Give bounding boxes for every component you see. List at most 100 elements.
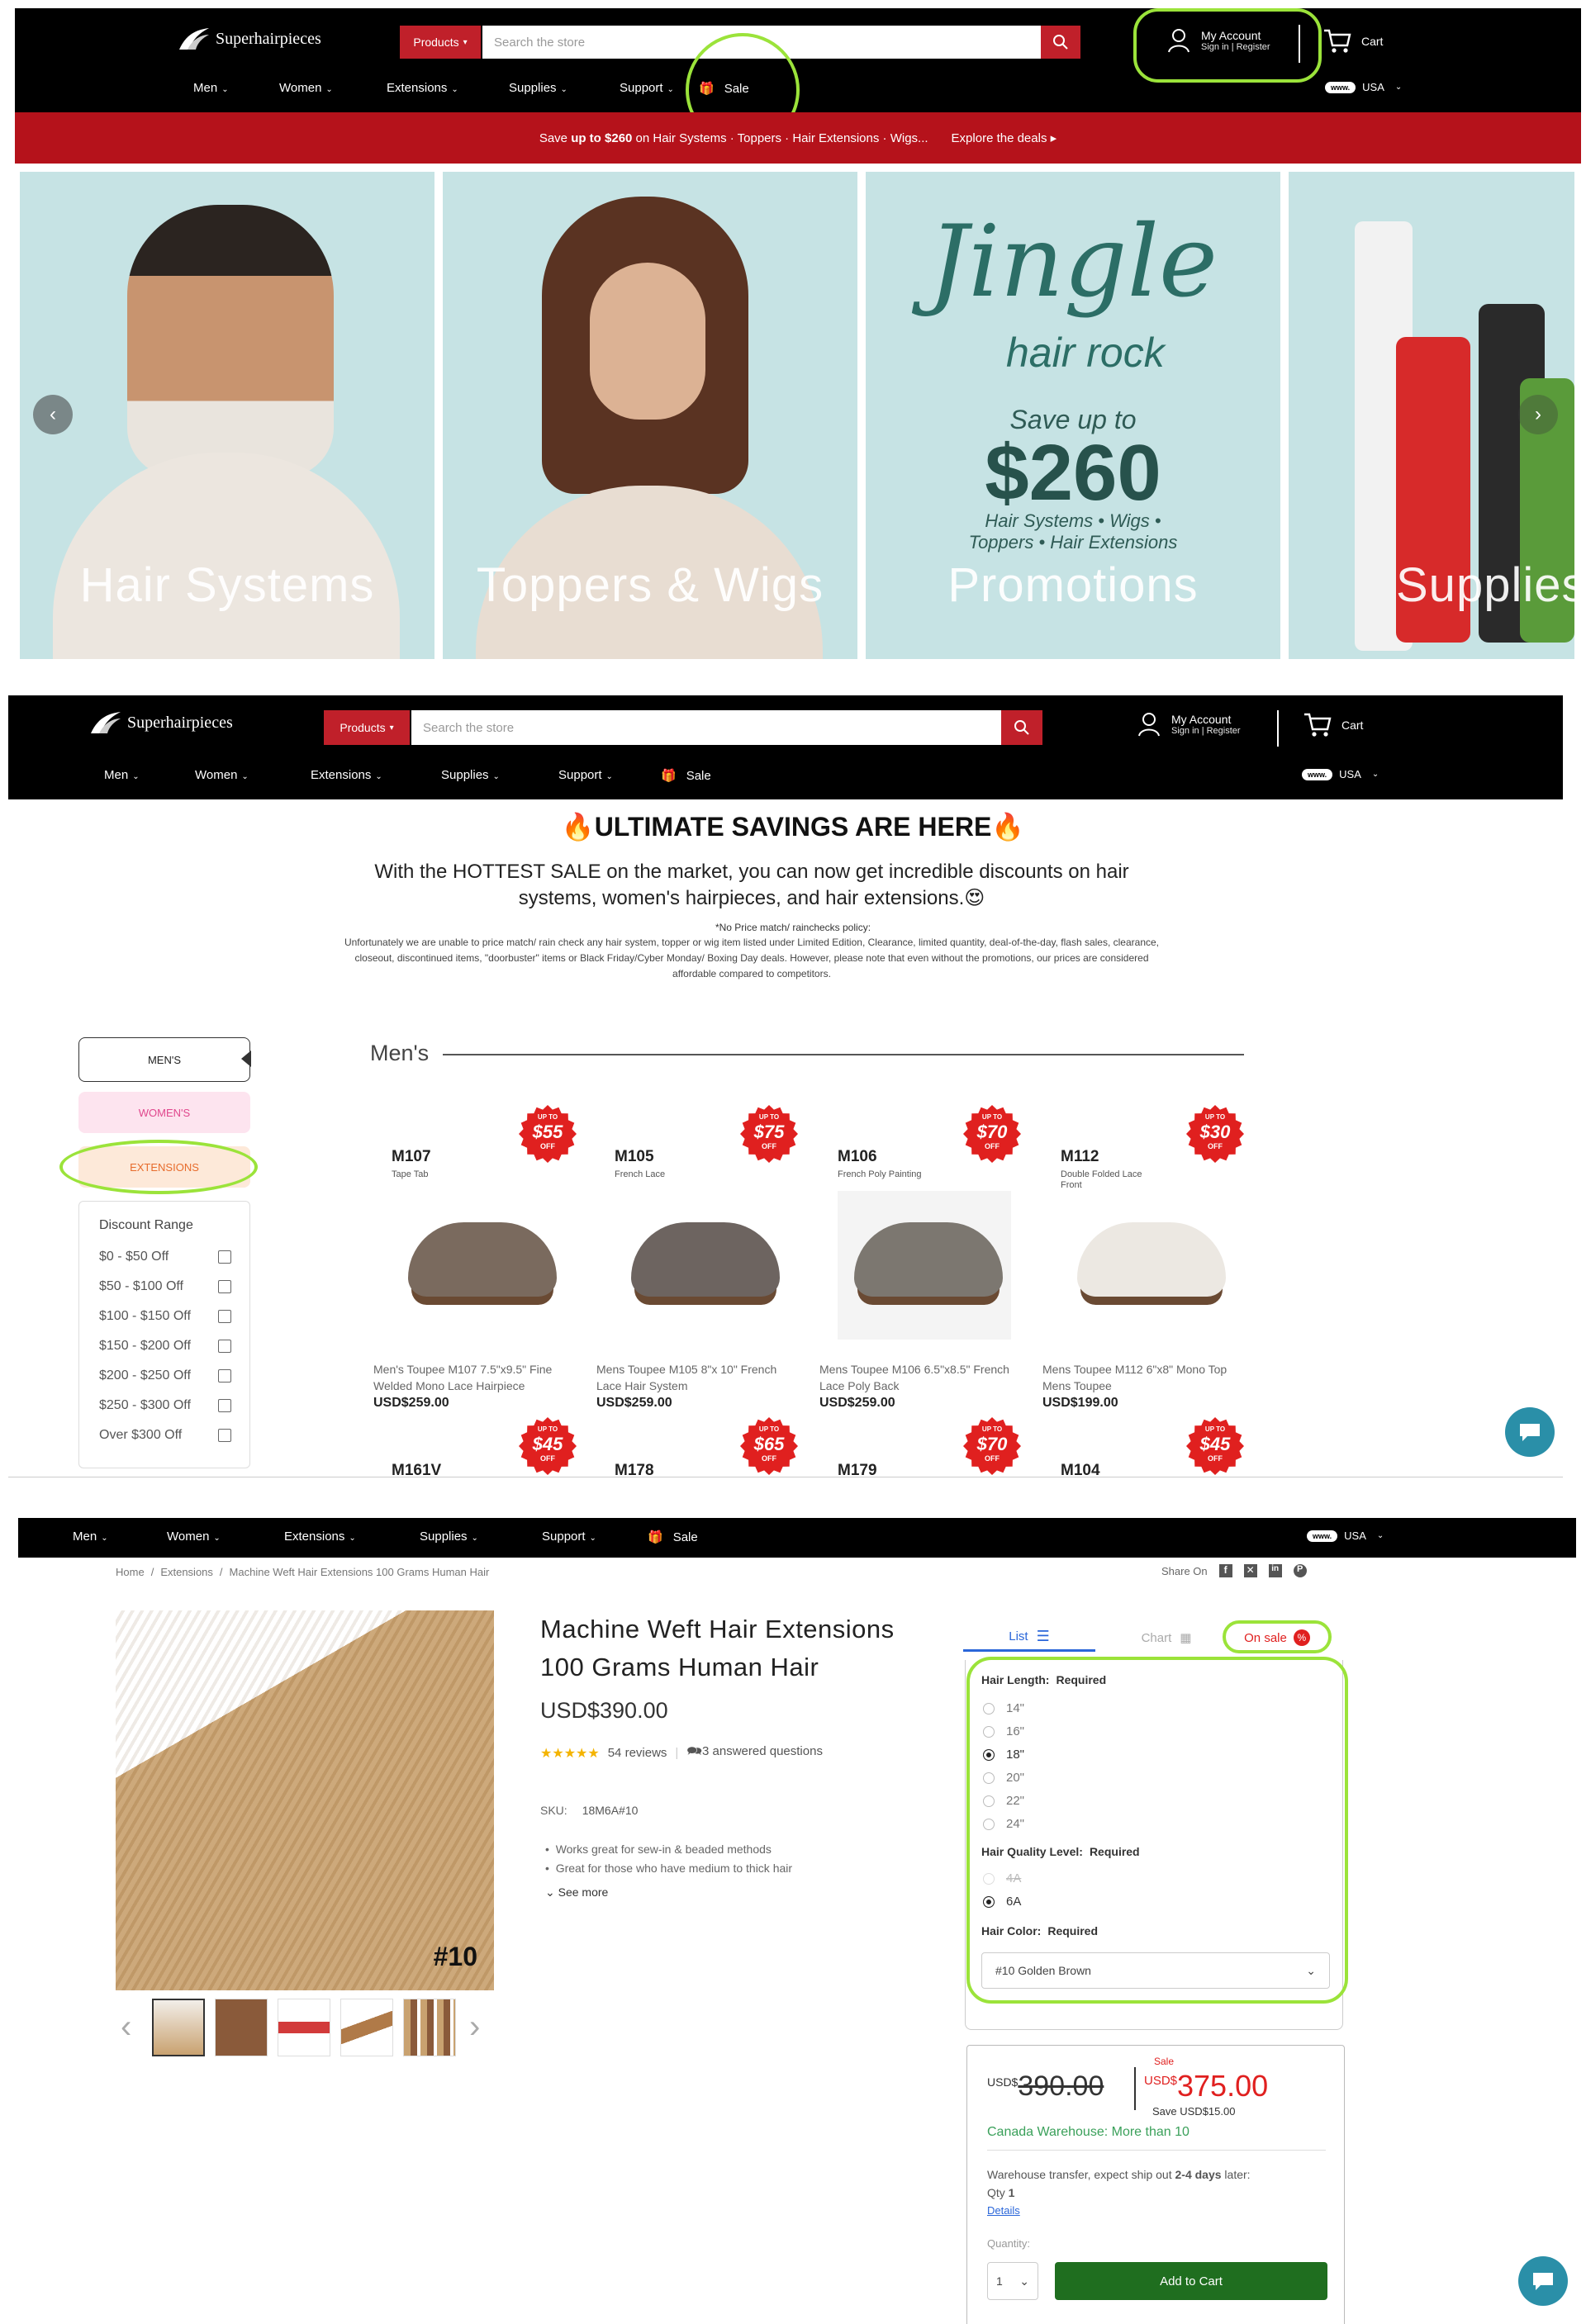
nav-support[interactable]: Support ⌄: [558, 768, 661, 783]
product-code: M106: [838, 1148, 877, 1165]
logo[interactable]: Superhairpieces: [178, 26, 321, 51]
breadcrumb-extensions[interactable]: Extensions: [160, 1566, 213, 1578]
new-price: USD$ 375.00: [1144, 2069, 1269, 2103]
chevron-down-icon: ⌄: [241, 772, 249, 781]
share-bar: Share On f ✕ in P: [1161, 1564, 1307, 1577]
questions-link[interactable]: 🗪3 answered questions: [686, 1743, 823, 1763]
chat-icon: [1520, 1424, 1540, 1441]
hero-photo-woman-face: [590, 263, 705, 420]
nav-support[interactable]: Support ⌄: [542, 1530, 648, 1544]
gallery-thumb[interactable]: [215, 1999, 268, 2056]
nav-extensions[interactable]: Extensions ⌄: [311, 768, 441, 783]
chevron-down-icon: ▾: [389, 723, 394, 733]
length-option[interactable]: 24": [983, 1817, 1024, 1831]
nav-sale[interactable]: 🎁 Sale: [648, 1530, 698, 1544]
filter-option[interactable]: Over $300 Off: [99, 1428, 231, 1443]
gallery-thumb[interactable]: [278, 1999, 330, 2056]
account-link[interactable]: My Account Sign in | Register: [1138, 712, 1241, 737]
region-selector[interactable]: www. USA ⌄: [1302, 768, 1379, 780]
discount-badge: UP TO $30 OFF: [1186, 1105, 1244, 1163]
color-select[interactable]: #10 Golden Brown ⌄: [981, 1952, 1330, 1989]
length-option[interactable]: 16": [983, 1724, 1024, 1738]
nav-men[interactable]: Men ⌄: [73, 1530, 167, 1544]
hero-tile-hair-systems[interactable]: Hair Systems: [20, 172, 434, 659]
filter-option[interactable]: $250 - $300 Off: [99, 1398, 231, 1413]
hairpiece-illustration: [1077, 1222, 1226, 1297]
nav-supplies[interactable]: Supplies ⌄: [509, 81, 620, 96]
see-more-link[interactable]: ⌄ See more: [545, 1883, 792, 1902]
products-dropdown-button[interactable]: Products ▾: [324, 710, 410, 745]
linkedin-icon[interactable]: in: [1268, 1564, 1282, 1577]
chat-widget-button[interactable]: [1505, 1407, 1555, 1457]
length-option[interactable]: 20": [983, 1771, 1024, 1785]
tab-list[interactable]: List ☰: [963, 1624, 1095, 1652]
search-input[interactable]: Search the store: [411, 710, 1001, 745]
nav-support[interactable]: Support ⌄: [620, 81, 694, 96]
badge-amount: $70: [976, 1434, 1008, 1454]
nav-men[interactable]: Men ⌄: [104, 768, 195, 783]
length-option-selected[interactable]: 18": [983, 1748, 1024, 1762]
product-code: M178: [615, 1462, 654, 1477]
color-select-value: #10 Golden Brown: [995, 1964, 1091, 1977]
gallery-next-icon[interactable]: ›: [469, 2009, 480, 2046]
gallery-thumb[interactable]: [152, 1999, 205, 2056]
x-icon[interactable]: ✕: [1243, 1564, 1257, 1577]
hero-caption: Supplies: [1396, 558, 1574, 612]
cart-link[interactable]: Cart: [1303, 712, 1363, 738]
logo-text: Superhairpieces: [216, 29, 321, 48]
nav-men[interactable]: Men ⌄: [193, 81, 279, 96]
region-selector[interactable]: www. USA ⌄: [1307, 1530, 1384, 1542]
nav-extensions[interactable]: Extensions ⌄: [284, 1530, 420, 1544]
length-option[interactable]: 22": [983, 1794, 1024, 1808]
checkbox: [218, 1429, 231, 1442]
hairpiece-illustration: [631, 1222, 780, 1297]
filter-option[interactable]: $50 - $100 Off: [99, 1279, 231, 1294]
filter-option[interactable]: $0 - $50 Off: [99, 1250, 231, 1264]
nav-women[interactable]: Women ⌄: [167, 1530, 284, 1544]
chevron-down-icon: ⌄: [101, 1534, 108, 1543]
quantity-select[interactable]: 1 ⌄: [987, 2262, 1038, 2300]
tab-chart[interactable]: Chart ▦: [1117, 1624, 1216, 1652]
breadcrumb-home[interactable]: Home: [116, 1566, 145, 1578]
chat-widget-button[interactable]: [1518, 2256, 1568, 2306]
chevron-down-icon: ⌄: [132, 772, 140, 781]
pinterest-icon[interactable]: P: [1293, 1564, 1307, 1577]
promo-link[interactable]: Explore the deals ▸: [952, 130, 1057, 145]
region-selector[interactable]: www. USA ⌄: [1325, 81, 1402, 93]
highlight-ring-extensions: [59, 1140, 258, 1194]
add-to-cart-button[interactable]: Add to Cart: [1055, 2262, 1327, 2300]
logo[interactable]: Superhairpieces: [89, 710, 233, 735]
products-dropdown-button[interactable]: Products ▾: [400, 26, 481, 59]
search-button[interactable]: [1041, 26, 1080, 59]
cart-link[interactable]: Cart: [1323, 28, 1383, 55]
filter-option[interactable]: $100 - $150 Off: [99, 1309, 231, 1324]
save-amount: $260: [985, 429, 1161, 517]
nav-women[interactable]: Women ⌄: [279, 81, 387, 96]
ship-divider: [987, 2150, 1326, 2151]
reviews-link[interactable]: 54 reviews: [608, 1746, 667, 1760]
section-title: Men's: [370, 1041, 430, 1065]
product-main-image[interactable]: #10: [116, 1610, 494, 1990]
facebook-icon[interactable]: f: [1218, 1564, 1232, 1577]
filter-option[interactable]: $200 - $250 Off: [99, 1368, 231, 1383]
nav-sale[interactable]: 🎁 Sale: [661, 768, 711, 783]
nav-extensions[interactable]: Extensions ⌄: [387, 81, 509, 96]
hero-tile-toppers-wigs[interactable]: Toppers & Wigs: [443, 172, 857, 659]
gallery-thumb[interactable]: [340, 1999, 393, 2056]
quality-option-selected[interactable]: 6A: [983, 1895, 1021, 1909]
gallery-prev-icon[interactable]: ‹: [121, 2009, 131, 2046]
details-link[interactable]: Details: [987, 2204, 1020, 2217]
mens-filter-button[interactable]: MEN'S: [78, 1037, 250, 1082]
carousel-next-button[interactable]: ›: [1518, 395, 1558, 434]
hero-tile-promotions[interactable]: Jingle hair rock Save up to $260 Hair Sy…: [866, 172, 1280, 659]
length-option[interactable]: 14": [983, 1701, 1024, 1715]
gallery-thumb[interactable]: [403, 1999, 456, 2056]
filter-option[interactable]: $150 - $200 Off: [99, 1339, 231, 1354]
search-button[interactable]: [1001, 710, 1042, 745]
save-line-1: Hair Systems • Wigs •: [985, 510, 1161, 531]
carousel-prev-button[interactable]: ‹: [33, 395, 73, 434]
nav-women[interactable]: Women ⌄: [195, 768, 311, 783]
nav-supplies[interactable]: Supplies ⌄: [441, 768, 558, 783]
nav-supplies[interactable]: Supplies ⌄: [420, 1530, 542, 1544]
womens-filter-button[interactable]: WOMEN'S: [78, 1092, 250, 1133]
